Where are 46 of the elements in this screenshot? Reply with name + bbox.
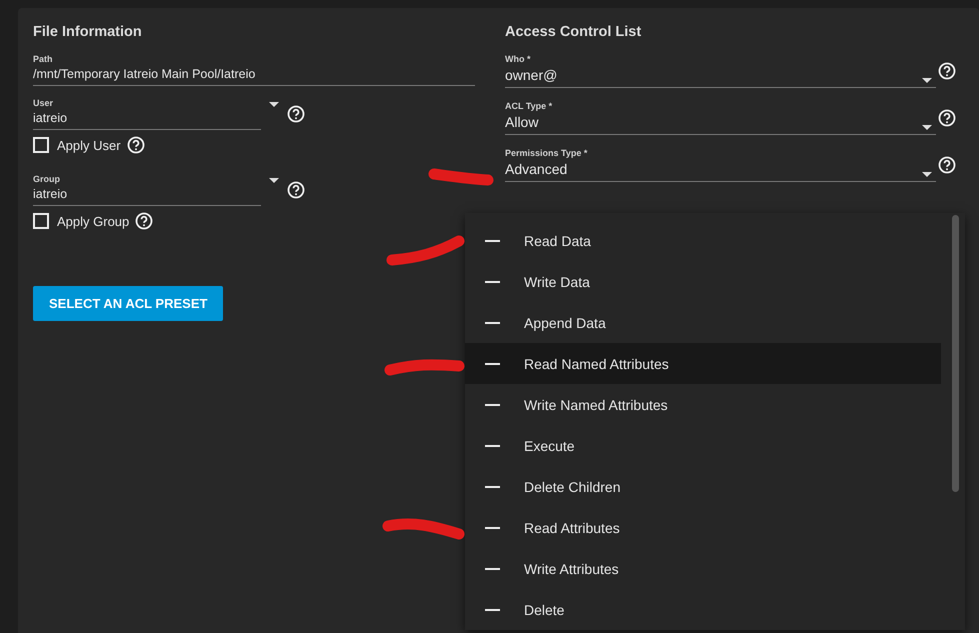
caret-icon xyxy=(269,102,279,107)
dash-icon xyxy=(485,486,500,488)
menu-item[interactable]: Delete Children xyxy=(465,466,941,507)
help-icon[interactable] xyxy=(938,156,956,174)
dash-icon xyxy=(485,280,500,282)
menu-item[interactable]: Write Named Attributes xyxy=(465,384,941,425)
checkbox[interactable] xyxy=(33,137,49,153)
menu-item[interactable]: Read Named Attributes xyxy=(465,343,941,384)
checkbox[interactable] xyxy=(33,213,49,229)
help-icon[interactable] xyxy=(135,212,154,230)
menu-item[interactable]: Read Attributes xyxy=(465,507,941,548)
menu-item[interactable]: Write Data xyxy=(465,261,941,302)
caret-icon xyxy=(922,125,932,130)
checkbox-label: Apply Group xyxy=(57,214,130,228)
dash-icon xyxy=(485,568,500,570)
section-title: Access Control List xyxy=(505,24,642,40)
dash-icon xyxy=(485,362,500,364)
help-icon[interactable] xyxy=(126,136,145,154)
menu-item[interactable]: Append Data xyxy=(465,302,941,343)
menu-item[interactable]: Delete xyxy=(465,589,941,630)
caret-icon xyxy=(922,78,932,83)
dash-icon xyxy=(485,526,500,528)
menu-item[interactable]: Read Data xyxy=(465,220,941,261)
annotation-stroke xyxy=(428,166,494,188)
help-icon[interactable] xyxy=(938,109,956,127)
help-icon[interactable] xyxy=(287,181,305,199)
dash-icon xyxy=(485,322,500,324)
select-field[interactable]: ACL Type * Allow xyxy=(505,101,936,135)
caret-icon xyxy=(922,172,932,177)
menu-item[interactable]: Execute xyxy=(465,425,941,466)
group-select[interactable]: Group iatreio xyxy=(33,174,261,206)
select-field[interactable]: Who * owner@ xyxy=(505,54,936,88)
dash-icon xyxy=(485,444,500,446)
scrollbar-thumb[interactable] xyxy=(952,215,959,492)
dash-icon xyxy=(485,404,500,406)
help-icon[interactable] xyxy=(287,105,305,123)
menu-item[interactable]: Write Attributes xyxy=(465,548,941,589)
select-field[interactable]: Permissions Type * Advanced xyxy=(505,148,936,182)
path-field[interactable]: Path /mnt/Temporary Iatreio Main Pool/Iatreio xyxy=(33,54,475,86)
help-icon[interactable] xyxy=(938,62,956,80)
dash-icon xyxy=(485,240,500,242)
checkbox-label: Apply User xyxy=(57,138,121,152)
section-title: File Information xyxy=(33,24,143,40)
user-select[interactable]: User iatreio xyxy=(33,98,261,130)
dash-icon xyxy=(485,608,500,610)
caret-icon xyxy=(269,178,279,183)
